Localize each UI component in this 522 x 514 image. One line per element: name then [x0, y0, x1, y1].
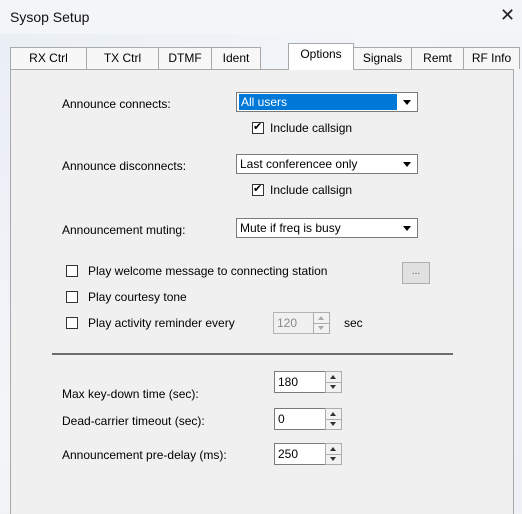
- spin-down-icon[interactable]: [326, 454, 341, 464]
- max-keydown-spinner[interactable]: [325, 371, 342, 393]
- predelay-value: 250: [278, 447, 299, 461]
- reminder-interval-value: 120: [277, 316, 298, 330]
- spin-down-icon[interactable]: [326, 382, 341, 392]
- play-courtesy-label: Play courtesy tone: [88, 290, 187, 304]
- play-reminder-checkbox[interactable]: [66, 317, 78, 329]
- spin-down-icon[interactable]: [326, 419, 341, 429]
- section-divider: [52, 353, 453, 355]
- announcement-muting-select[interactable]: Mute if freq is busy: [236, 218, 418, 238]
- tab-options[interactable]: Options: [288, 43, 354, 70]
- max-keydown-field[interactable]: 180: [274, 371, 326, 393]
- announcement-muting-value: Mute if freq is busy: [240, 221, 341, 235]
- window-title: Sysop Setup: [10, 9, 90, 25]
- announcement-muting-label: Announcement muting:: [62, 223, 186, 237]
- dead-carrier-field[interactable]: 0: [274, 408, 326, 430]
- connects-include-callsign-label: Include callsign: [270, 121, 353, 135]
- reminder-unit-label: sec: [344, 316, 363, 330]
- close-icon[interactable]: ✕: [500, 5, 515, 25]
- chevron-down-icon[interactable]: [399, 157, 415, 171]
- announce-connects-label: Announce connects:: [62, 97, 171, 111]
- spin-down-icon[interactable]: [314, 323, 329, 333]
- play-welcome-checkbox[interactable]: [66, 265, 78, 277]
- announce-disconnects-value: Last conferencee only: [240, 157, 358, 171]
- announce-connects-select[interactable]: All users: [236, 92, 418, 112]
- dead-carrier-spinner[interactable]: [325, 408, 342, 430]
- disconnects-include-callsign-label: Include callsign: [270, 183, 353, 197]
- dead-carrier-label: Dead-carrier timeout (sec):: [62, 414, 205, 428]
- play-courtesy-checkbox[interactable]: [66, 291, 78, 303]
- play-welcome-label: Play welcome message to connecting stati…: [88, 264, 328, 278]
- announce-disconnects-label: Announce disconnects:: [62, 159, 187, 173]
- dead-carrier-value: 0: [278, 412, 285, 426]
- tab-ident[interactable]: Ident: [211, 47, 261, 69]
- max-keydown-value: 180: [278, 375, 299, 389]
- chevron-down-icon[interactable]: [399, 95, 415, 109]
- play-reminder-label: Play activity reminder every: [88, 316, 235, 330]
- browse-button[interactable]: ...: [402, 262, 430, 284]
- tab-rf-info[interactable]: RF Info: [463, 47, 520, 69]
- announce-connects-value: All users: [239, 94, 397, 110]
- tab-tx-ctrl[interactable]: TX Ctrl: [86, 47, 159, 69]
- tab-dtmf[interactable]: DTMF: [158, 47, 212, 69]
- reminder-interval-spinner[interactable]: [313, 312, 330, 334]
- tab-signals[interactable]: Signals: [353, 47, 412, 69]
- connects-include-callsign-checkbox[interactable]: [252, 120, 264, 134]
- predelay-label: Announcement pre-delay (ms):: [62, 448, 227, 462]
- announce-disconnects-select[interactable]: Last conferencee only: [236, 154, 418, 174]
- max-keydown-label: Max key-down time (sec):: [62, 387, 199, 401]
- predelay-field[interactable]: 250: [274, 443, 326, 465]
- reminder-interval-field[interactable]: 120: [273, 312, 315, 334]
- predelay-spinner[interactable]: [325, 443, 342, 465]
- tab-remt[interactable]: Remt: [411, 47, 464, 69]
- title-bar: Sysop Setup ✕: [0, 0, 522, 34]
- chevron-down-icon[interactable]: [399, 221, 415, 235]
- disconnects-include-callsign-checkbox[interactable]: [252, 182, 264, 196]
- tab-rx-ctrl[interactable]: RX Ctrl: [10, 47, 87, 69]
